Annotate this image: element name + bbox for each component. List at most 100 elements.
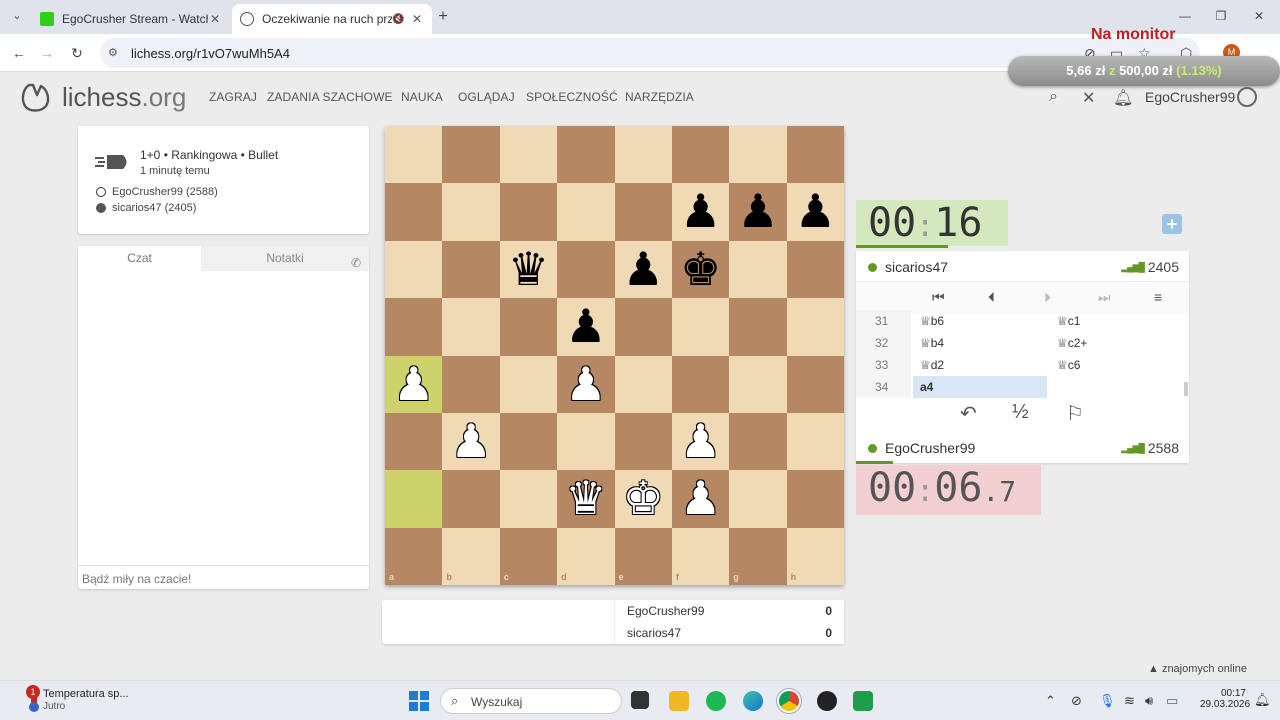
tray-network-icon[interactable]: ⊘ [1071,693,1082,709]
opponent-name[interactable]: sicarios47 [868,259,948,275]
player-name[interactable]: EgoCrusher99 [868,440,975,456]
chess-board[interactable]: 8 7 6 5 4 3 2 1 a b c d e f g h ♟ ♟ ♟ ♛ ♟ ♚ ♟ ♟ ♟ ♟ ♟ ♛ ♚ ♟ [385,126,844,585]
menu-icon[interactable]: ≡ [1154,289,1162,305]
white-piece-f2[interactable]: ♟ [672,470,729,527]
square-d6[interactable] [557,240,615,299]
square-g2[interactable] [729,470,787,528]
minimize-button[interactable]: — [1176,9,1194,23]
battery-icon[interactable]: ▭ [1166,693,1178,709]
square-e3[interactable] [614,412,672,471]
user-menu[interactable]: EgoCrusher99 [1145,89,1235,105]
square-c3[interactable] [499,412,558,471]
microphone-icon[interactable]: 🎙︎ [1099,693,1116,709]
square-f5[interactable] [671,298,730,356]
obs-icon[interactable] [817,691,837,711]
next-move-icon[interactable]: ⏵ [1044,289,1051,306]
browser-tab-stream[interactable]: EgoCrusher Stream - Watch Live ✕ [32,4,230,34]
square-c4[interactable] [499,355,558,413]
weather-title[interactable]: Temperatura sp... [43,688,129,700]
square-d3[interactable] [557,412,615,471]
spotify-icon[interactable] [706,691,726,711]
offer-draw-button[interactable]: ½ [1012,401,1029,424]
square-a5[interactable] [385,298,443,356]
square-b4[interactable] [442,355,500,413]
square-a6[interactable] [385,240,443,299]
square-a2[interactable] [385,470,443,528]
close-window-button[interactable]: ✕ [1250,9,1268,23]
square-c2[interactable] [499,470,558,528]
last-move-icon[interactable]: ⏭ [1098,289,1111,306]
windows-start-icon[interactable] [409,691,429,711]
maximize-button[interactable]: ❐ [1212,9,1230,23]
first-move-icon[interactable]: ⏮ [932,289,945,306]
square-e4[interactable] [614,355,672,413]
notification-icon[interactable]: 🔔︎ [1254,692,1271,708]
notifications-bell-icon[interactable]: 🔔︎ [1113,88,1133,108]
search-icon[interactable]: ⌕ [1049,88,1058,106]
forward-icon[interactable]: → [38,44,56,62]
edge-icon[interactable] [743,691,763,711]
taskbar-search-field[interactable]: ⌕ Wyszukaj [440,688,622,714]
white-piece-b3[interactable]: ♟ [442,413,499,470]
square-b8[interactable] [442,126,500,184]
tab-search-icon[interactable]: ⌄ [8,9,26,25]
white-move[interactable]: a4 [913,376,1047,398]
new-tab-button[interactable]: + [434,8,452,26]
tab-notes[interactable]: Notatki ✆ [201,246,369,271]
square-f8[interactable] [671,126,730,184]
square-g6[interactable] [729,240,787,299]
black-piece-e6[interactable]: ♟ [615,241,672,298]
white-piece-e2[interactable]: ♚ [615,470,672,527]
square-e7[interactable] [614,183,672,241]
nav-learn[interactable]: NAUKA [401,90,443,104]
chrome-icon[interactable] [779,691,799,711]
mute-icon[interactable]: 🔇 [392,14,406,25]
nav-tools[interactable]: NARZĘDZIA [625,90,694,104]
browser-tab-lichess[interactable]: Oczekiwanie na ruch przeciwnika 🔇 ✕ [232,4,432,34]
white-player-entry[interactable]: EgoCrusher99 (2588) [96,186,218,198]
square-d8[interactable] [557,126,615,184]
back-icon[interactable]: ← [10,44,28,62]
square-c5[interactable] [499,298,558,356]
resign-button[interactable]: ⚐ [1066,401,1084,426]
black-piece-f6[interactable]: ♚ [672,241,729,298]
black-piece-h7[interactable]: ♟ [787,183,844,240]
black-move[interactable] [1049,376,1177,398]
task-view-icon[interactable] [631,691,649,709]
site-info-icon[interactable]: ⚙ [108,46,122,60]
chat-input[interactable]: Bądź miły na czacie! [78,565,369,589]
black-move[interactable]: ♕c2+ [1049,332,1177,354]
square-g3[interactable] [729,412,787,471]
white-piece-d4[interactable]: ♟ [557,356,614,413]
white-move[interactable]: ♕b4 [913,332,1047,354]
challenges-icon[interactable]: ✕ [1082,88,1095,108]
square-c8[interactable] [499,126,558,184]
white-piece-a4[interactable]: ♟ [385,356,442,413]
white-piece-d2[interactable]: ♛ [557,470,614,527]
wifi-icon[interactable]: ≋ [1124,693,1135,709]
tray-overflow-icon[interactable]: ⌃ [1045,693,1056,709]
square-c7[interactable] [499,183,558,241]
black-piece-f7[interactable]: ♟ [672,183,729,240]
square-f1[interactable] [671,527,730,585]
file-explorer-icon[interactable] [669,691,689,711]
square-e8[interactable] [614,126,672,184]
reload-icon[interactable]: ↻ [68,44,86,62]
black-move[interactable]: ♕c6 [1049,354,1177,376]
black-player-entry[interactable]: sicarios47 (2405) [96,202,196,214]
voice-chat-icon[interactable]: ✆ [351,251,361,276]
tab-chat[interactable]: Czat [78,246,201,271]
app-icon[interactable] [853,691,873,711]
system-clock[interactable]: 00:17 29.03.2026 [1200,688,1250,710]
square-b2[interactable] [442,470,500,528]
black-piece-c6[interactable]: ♛ [500,241,557,298]
takeback-button[interactable]: ↶ [960,401,977,426]
prev-move-icon[interactable]: ⏴ [988,289,995,306]
square-a8[interactable] [385,126,443,184]
lichess-logo-icon[interactable] [19,81,51,113]
user-avatar-icon[interactable] [1237,87,1257,107]
white-piece-f3[interactable]: ♟ [672,413,729,470]
tab-close-icon[interactable]: ✕ [208,12,222,26]
tab-close-icon[interactable]: ✕ [410,12,424,26]
square-g8[interactable] [729,126,787,184]
